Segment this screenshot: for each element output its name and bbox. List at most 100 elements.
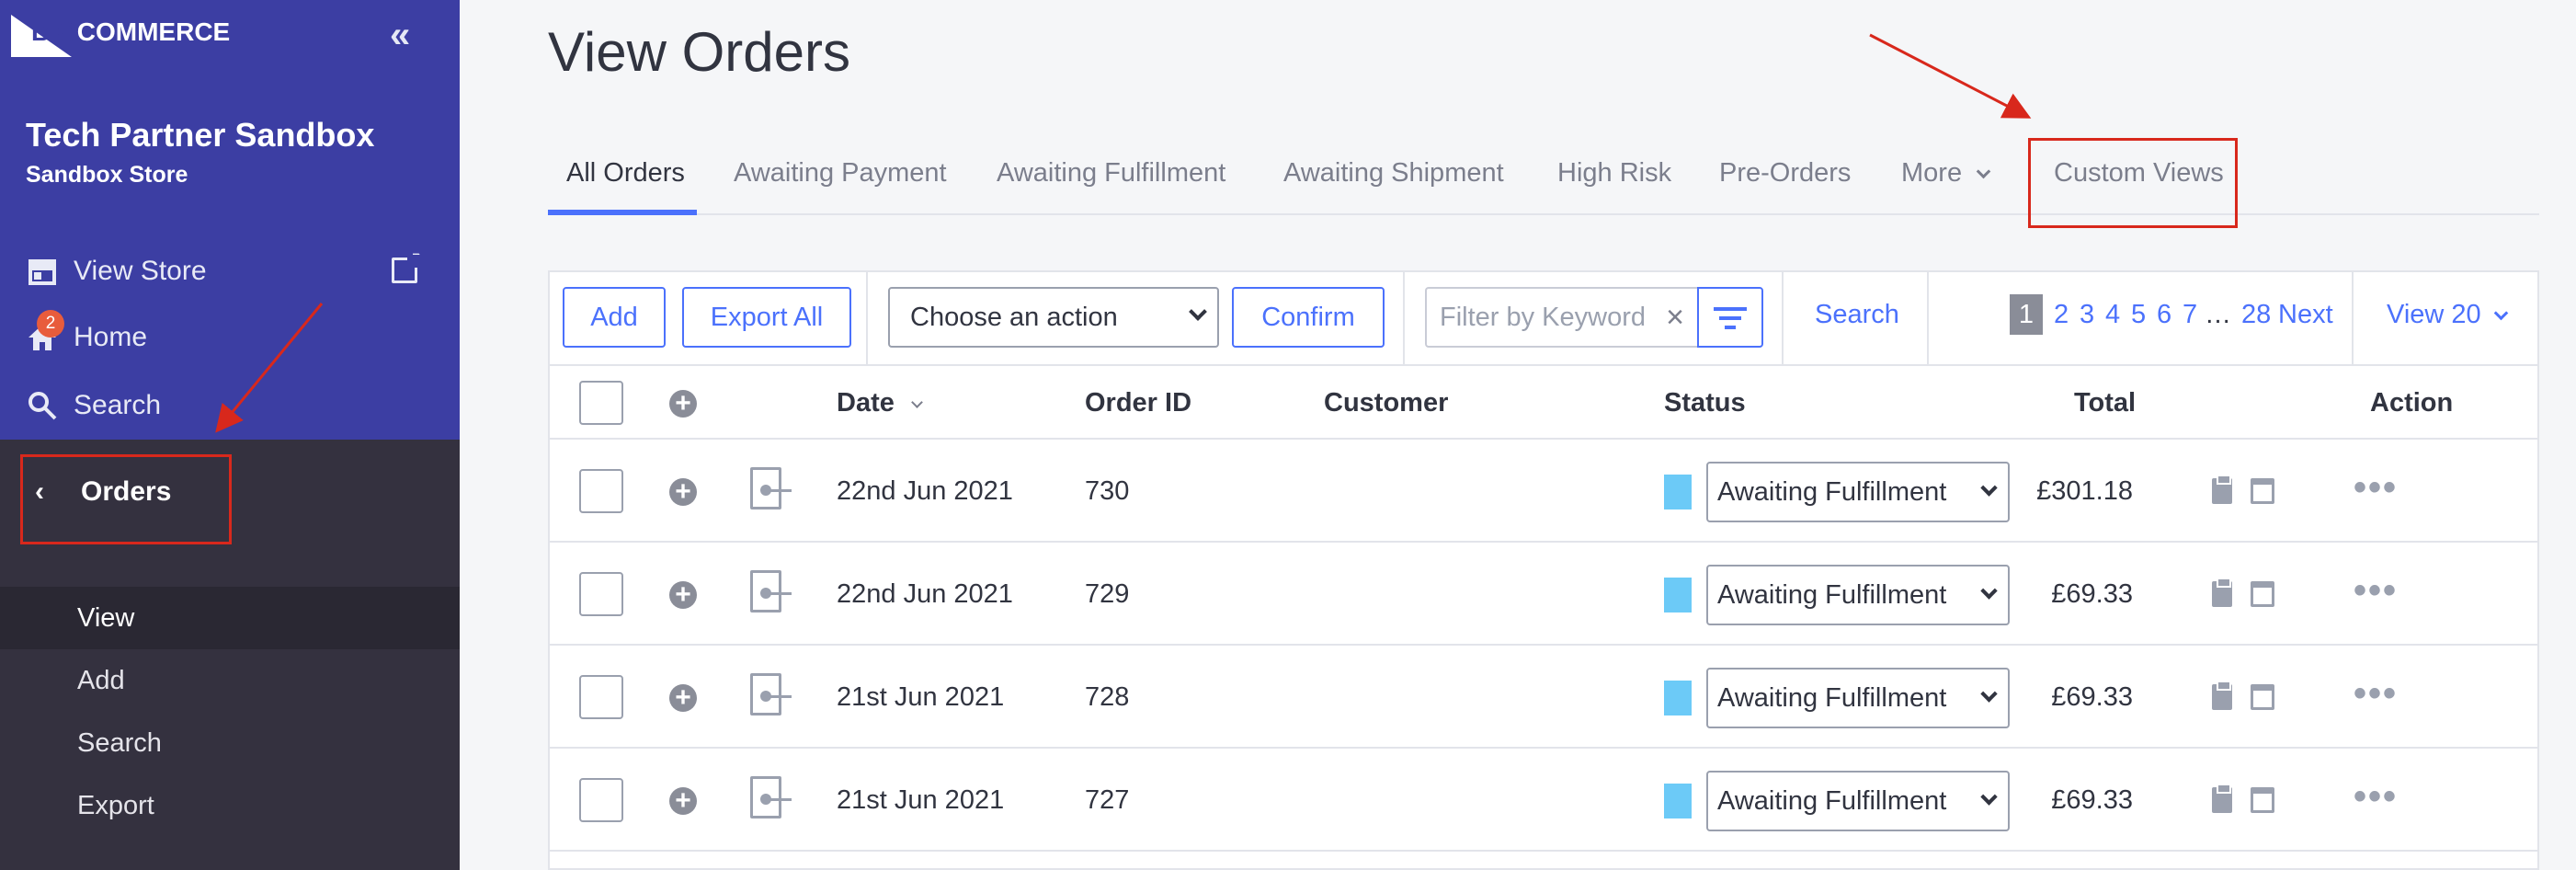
tab-high-risk[interactable]: High Risk (1557, 158, 1671, 189)
status-select[interactable]: Awaiting Fulfillment (1706, 668, 2010, 728)
active-tab-indicator (548, 210, 697, 215)
calendar-icon[interactable] (2251, 478, 2274, 504)
expand-all-icon[interactable]: + (669, 390, 697, 418)
toolbar-divider (2352, 272, 2354, 364)
tab-awaiting-fulfillment[interactable]: Awaiting Fulfillment (997, 158, 1225, 189)
nav-home[interactable]: 2 Home (26, 310, 147, 361)
order-date: 22nd Jun 2021 (837, 579, 1013, 609)
expand-row-icon[interactable]: + (669, 787, 697, 815)
filter-keyword-input[interactable]: Filter by Keyword × (1425, 287, 1697, 348)
status-select[interactable]: Awaiting Fulfillment (1706, 565, 2010, 625)
row-checkbox[interactable] (579, 675, 623, 719)
status-select[interactable]: Awaiting Fulfillment (1706, 771, 2010, 831)
select-all-checkbox[interactable] (579, 381, 623, 425)
order-total: £69.33 (2051, 579, 2133, 609)
notification-badge: 2 (37, 310, 64, 338)
more-actions-icon[interactable]: ••• (2354, 570, 2398, 612)
status-color-swatch (1664, 578, 1692, 612)
status-select[interactable]: Awaiting Fulfillment (1706, 462, 2010, 522)
calendar-icon[interactable] (2251, 684, 2274, 710)
row-checkbox[interactable] (579, 778, 623, 822)
page-6[interactable]: 6 (2157, 300, 2171, 330)
add-button[interactable]: Add (563, 287, 666, 348)
status-select-value: Awaiting Fulfillment (1717, 785, 1947, 816)
row-checkbox[interactable] (579, 572, 623, 616)
calendar-icon[interactable] (2251, 787, 2274, 813)
table-row: + 21st Jun 2021 727 Awaiting Fulfillment… (550, 749, 2537, 852)
export-all-button[interactable]: Export All (682, 287, 851, 348)
tab-all-orders[interactable]: All Orders (566, 158, 685, 189)
clipboard-icon[interactable] (2212, 578, 2232, 607)
more-actions-icon[interactable]: ••• (2354, 673, 2398, 715)
row-checkbox[interactable] (579, 469, 623, 513)
column-date[interactable]: Date (837, 388, 923, 418)
order-document-icon[interactable] (750, 673, 792, 715)
sidebar: BIGCOMMERCE « Tech Partner Sandbox Sandb… (0, 0, 460, 870)
page-1[interactable]: 1 (2010, 294, 2043, 335)
chevron-down-icon (1189, 303, 1207, 321)
store-name: Tech Partner Sandbox (26, 116, 375, 154)
more-actions-icon[interactable]: ••• (2354, 776, 2398, 818)
sidebar-item-search[interactable]: Search (0, 712, 460, 774)
page-title: View Orders (548, 21, 851, 83)
next-page-link[interactable]: Next (2278, 300, 2333, 330)
order-date: 21st Jun 2021 (837, 682, 1005, 712)
status-color-swatch (1664, 784, 1692, 818)
confirm-button[interactable]: Confirm (1232, 287, 1385, 348)
search-button[interactable]: Search (1815, 300, 1899, 330)
action-select[interactable]: Choose an action (888, 287, 1219, 348)
page-3[interactable]: 3 (2080, 300, 2094, 330)
column-status[interactable]: Status (1664, 388, 1746, 418)
more-actions-icon[interactable]: ••• (2354, 467, 2398, 509)
page-28[interactable]: 28 (2241, 300, 2271, 330)
order-document-icon[interactable] (750, 776, 792, 818)
column-order-id[interactable]: Order ID (1085, 388, 1191, 418)
sidebar-item-add[interactable]: Add (0, 649, 460, 712)
order-id[interactable]: 729 (1085, 579, 1129, 610)
page-7[interactable]: 7 (2183, 300, 2197, 330)
order-id[interactable]: 728 (1085, 682, 1129, 713)
column-action: Action (2370, 388, 2454, 418)
calendar-icon[interactable] (2251, 581, 2274, 607)
annotation-box-custom-views (2028, 138, 2238, 228)
table-row: + 22nd Jun 2021 729 Awaiting Fulfillment… (550, 543, 2537, 646)
table-row: + 21st Jun 2021 728 Awaiting Fulfillment… (550, 646, 2537, 749)
clipboard-icon[interactable] (2212, 475, 2232, 504)
collapse-sidebar-icon[interactable]: « (390, 15, 410, 56)
action-select-value: Choose an action (910, 302, 1118, 332)
view-count-select[interactable]: View 20 (2387, 300, 2508, 330)
column-customer[interactable]: Customer (1324, 388, 1448, 418)
tab-more[interactable]: More (1901, 158, 1991, 189)
tab-awaiting-shipment[interactable]: Awaiting Shipment (1283, 158, 1504, 189)
page-2[interactable]: 2 (2054, 300, 2069, 330)
external-link-icon[interactable] (392, 247, 422, 283)
order-id[interactable]: 730 (1085, 476, 1129, 507)
tab-awaiting-payment[interactable]: Awaiting Payment (734, 158, 947, 189)
page-5[interactable]: 5 (2131, 300, 2146, 330)
bigcommerce-logo[interactable]: BIGCOMMERCE (11, 9, 230, 57)
nav-view-store[interactable]: View Store (26, 248, 207, 294)
filter-icon-line (1725, 326, 1736, 329)
sidebar-item-export[interactable]: Export (0, 774, 460, 837)
order-id[interactable]: 727 (1085, 785, 1129, 816)
order-total: £69.33 (2051, 682, 2133, 712)
filter-options-button[interactable] (1697, 287, 1763, 348)
order-document-icon[interactable] (750, 570, 792, 612)
tab-pre-orders[interactable]: Pre-Orders (1719, 158, 1851, 189)
expand-row-icon[interactable]: + (669, 581, 697, 609)
clipboard-icon[interactable] (2212, 681, 2232, 710)
column-total[interactable]: Total (2074, 388, 2136, 418)
nav-search[interactable]: Search (26, 383, 161, 429)
clipboard-icon[interactable] (2212, 784, 2232, 813)
toolbar-divider (1927, 272, 1929, 364)
search-icon (26, 389, 59, 422)
order-document-icon[interactable] (750, 467, 792, 509)
order-total: £69.33 (2051, 785, 2133, 815)
expand-row-icon[interactable]: + (669, 478, 697, 506)
clear-icon[interactable]: × (1666, 300, 1684, 336)
sidebar-item-view[interactable]: View (0, 587, 460, 649)
expand-row-icon[interactable]: + (669, 684, 697, 712)
orders-toolbar: Add Export All Choose an action Confirm … (550, 272, 2537, 366)
orders-panel: Add Export All Choose an action Confirm … (548, 270, 2539, 870)
page-4[interactable]: 4 (2105, 300, 2120, 330)
